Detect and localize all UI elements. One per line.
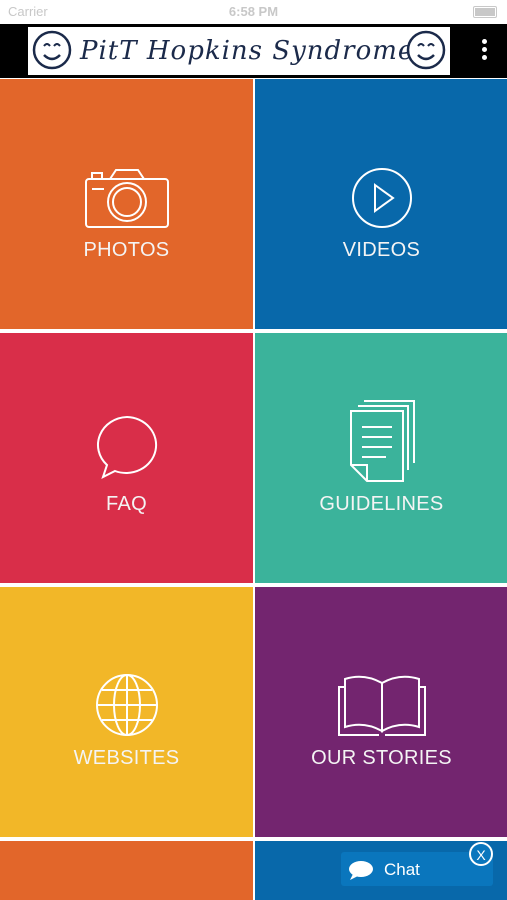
tile-label: OUR STORIES bbox=[311, 747, 452, 769]
chat-close-button[interactable]: X bbox=[469, 842, 493, 866]
more-options-icon[interactable] bbox=[471, 36, 497, 66]
status-bar: Carrier 6:58 PM bbox=[0, 0, 507, 24]
app-title: PitT Hopkins Syndrome bbox=[80, 36, 415, 66]
tile-our-stories[interactable]: OUR STORIES bbox=[255, 587, 507, 837]
tile-label: FAQ bbox=[106, 493, 147, 515]
tile-label: VIDEOS bbox=[342, 239, 421, 261]
speech-bubble-icon bbox=[96, 415, 157, 479]
tile-partial-left[interactable] bbox=[0, 841, 253, 900]
tile-guidelines[interactable]: GUIDELINES bbox=[255, 333, 507, 583]
tile-label: WEBSITES bbox=[73, 747, 180, 769]
tile-faq[interactable]: FAQ bbox=[0, 333, 253, 583]
smiley-logo-right-icon bbox=[406, 30, 446, 70]
chat-label: Chat bbox=[384, 860, 420, 879]
battery-icon bbox=[473, 6, 497, 18]
open-book-icon bbox=[337, 675, 426, 736]
camera-icon bbox=[84, 169, 169, 228]
tile-photos[interactable]: PHOTOS bbox=[0, 79, 253, 329]
tile-websites[interactable]: WEBSITES bbox=[0, 587, 253, 837]
globe-icon bbox=[95, 674, 158, 736]
status-time: 6:58 PM bbox=[228, 4, 279, 19]
tile-videos[interactable]: VIDEOS bbox=[255, 79, 507, 329]
header-banner: PitT Hopkins Syndrome bbox=[28, 27, 450, 75]
tile-label: GUIDELINES bbox=[319, 493, 444, 515]
chat-bubble-icon bbox=[349, 861, 373, 880]
smiley-logo-left-icon bbox=[32, 30, 72, 70]
document-icon bbox=[349, 400, 415, 482]
play-circle-icon bbox=[351, 168, 412, 228]
app-header: PitT Hopkins Syndrome bbox=[0, 24, 507, 78]
tile-label: PHOTOS bbox=[83, 239, 170, 261]
